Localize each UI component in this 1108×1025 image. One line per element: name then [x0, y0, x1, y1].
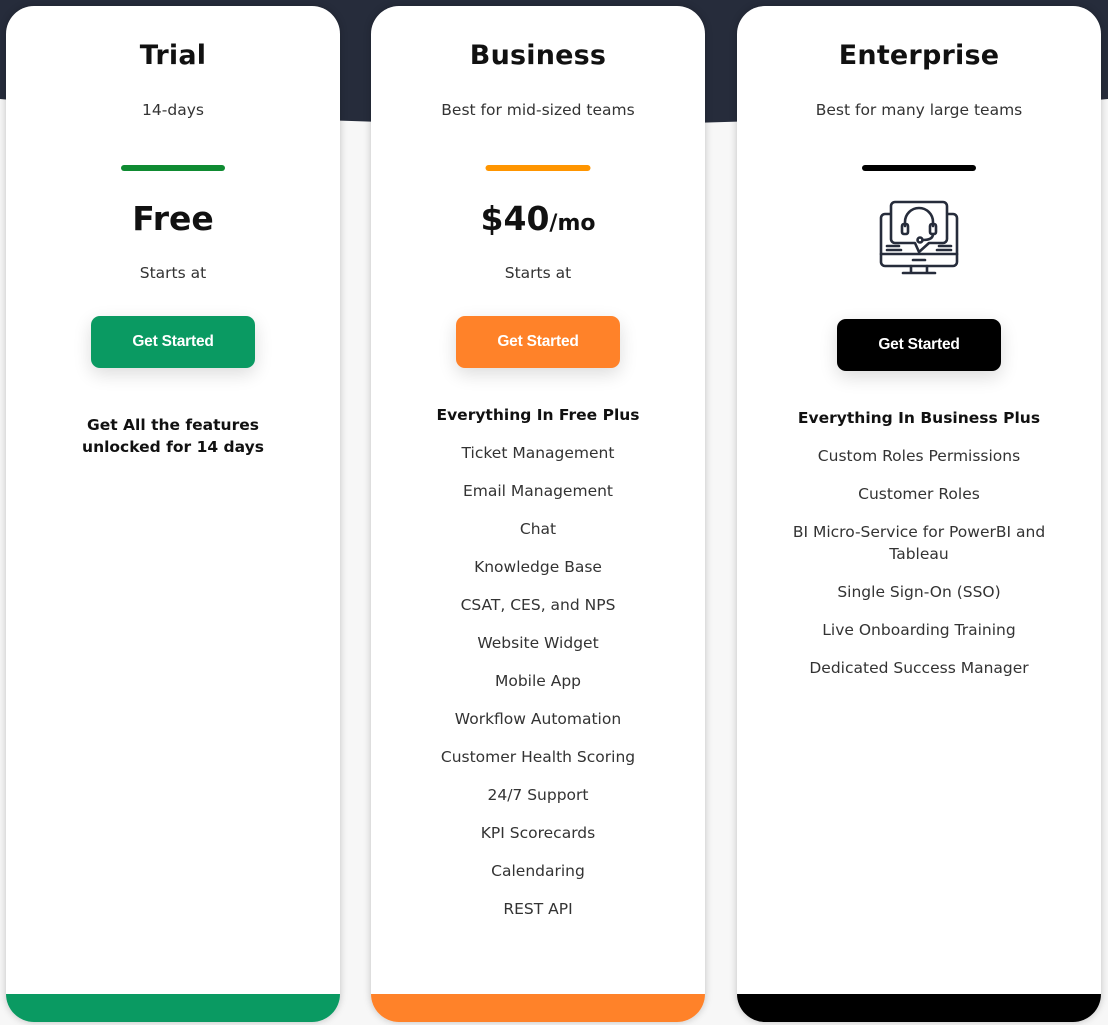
card-bottom-band: [737, 994, 1101, 1022]
plan-card-business: Business Best for mid-sized teams $40/mo…: [371, 6, 705, 1022]
feature-item: KPI Scorecards: [480, 824, 596, 842]
trial-note-text: Get All the features unlocked for 14 day…: [82, 416, 264, 456]
plan-card-trial: Trial 14-days Free Starts at Get Started…: [6, 6, 340, 1022]
trial-features-note: Get All the features unlocked for 14 day…: [6, 414, 340, 458]
feature-item: Ticket Management: [461, 444, 615, 462]
get-started-button-business[interactable]: Get Started: [456, 316, 620, 368]
feature-item: Dedicated Success Manager: [809, 659, 1029, 677]
feature-item: Live Onboarding Training: [822, 621, 1016, 639]
plan-subtitle: Best for mid-sized teams: [441, 101, 635, 119]
price-value: $40: [480, 199, 550, 238]
feature-item: REST API: [503, 900, 573, 918]
feature-item: CSAT, CES, and NPS: [460, 596, 616, 614]
card-bottom-band: [6, 994, 340, 1022]
price-period: /mo: [549, 211, 596, 236]
feature-item: BI Micro-Service for PowerBI and Tableau: [792, 523, 1046, 563]
feature-item: Workflow Automation: [454, 710, 622, 728]
feature-item: 24/7 Support: [487, 786, 589, 804]
get-started-button-enterprise[interactable]: Get Started: [837, 319, 1001, 371]
features-heading: Everything In Free Plus: [436, 406, 640, 424]
feature-item: Mobile App: [494, 672, 582, 690]
feature-item: Website Widget: [477, 634, 599, 652]
feature-item: Customer Health Scoring: [440, 748, 636, 766]
plan-title: Enterprise: [838, 40, 1000, 71]
get-started-button-trial[interactable]: Get Started: [91, 316, 255, 368]
feature-item: Single Sign-On (SSO): [837, 583, 1001, 601]
plan-price: $40/mo: [371, 199, 705, 238]
feature-item: Email Management: [462, 482, 614, 500]
feature-item: Chat: [519, 520, 557, 538]
feature-item: Knowledge Base: [474, 558, 602, 576]
feature-list: Everything In Business Plus Custom Roles…: [777, 407, 1061, 695]
plan-subtitle: Best for many large teams: [815, 101, 1023, 119]
feature-item: Calendaring: [491, 862, 585, 880]
starts-at-label: Starts at: [139, 264, 207, 282]
price-value: Free: [132, 199, 214, 238]
starts-at-label: Starts at: [504, 264, 572, 282]
plan-card-enterprise: Enterprise Best for many large teams Get…: [737, 6, 1101, 1022]
plan-subtitle: 14-days: [142, 101, 204, 119]
feature-item: Custom Roles Permissions: [817, 447, 1021, 465]
feature-item: Customer Roles: [858, 485, 980, 503]
accent-divider: [862, 165, 976, 171]
customer-support-monitor-icon: [879, 200, 959, 275]
accent-divider: [485, 165, 591, 171]
features-heading: Everything In Business Plus: [797, 409, 1041, 427]
plan-price: Free: [6, 199, 340, 238]
plan-title: Trial: [139, 40, 207, 71]
feature-list: Everything In Free Plus Ticket Managemen…: [381, 404, 695, 936]
accent-divider: [121, 165, 225, 171]
card-bottom-band: [371, 994, 705, 1022]
plan-title: Business: [469, 40, 607, 71]
